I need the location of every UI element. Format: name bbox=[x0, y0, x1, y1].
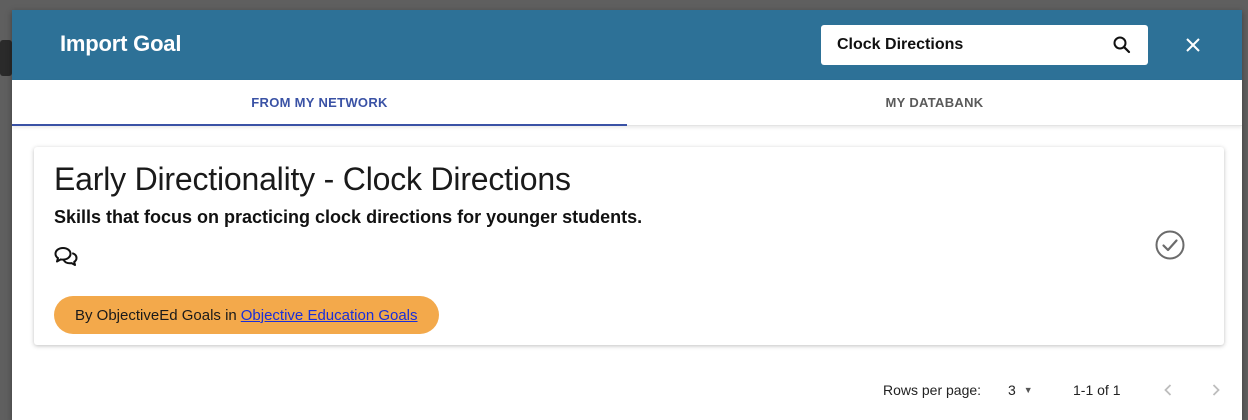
comments-icon[interactable] bbox=[54, 245, 78, 269]
source-prefix: By ObjectiveEd Goals in bbox=[75, 306, 237, 324]
goal-card[interactable]: Early Directionality - Clock Directions … bbox=[34, 147, 1224, 345]
page-range: 1-1 of 1 bbox=[1073, 382, 1121, 398]
tab-bar: FROM MY NETWORK MY DATABANK bbox=[12, 80, 1242, 126]
rows-per-page-value: 3 bbox=[1008, 382, 1016, 398]
source-link[interactable]: Objective Education Goals bbox=[241, 307, 418, 324]
background-window-edge bbox=[0, 40, 12, 76]
dialog-header: Import Goal bbox=[12, 10, 1242, 80]
chevron-left-icon[interactable] bbox=[1158, 380, 1178, 400]
check-circle-icon[interactable] bbox=[1154, 229, 1186, 261]
search-input[interactable] bbox=[821, 25, 1091, 65]
close-icon[interactable] bbox=[1180, 32, 1206, 58]
rows-per-page-select[interactable]: 3 ▼ bbox=[1008, 382, 1033, 398]
dialog-title: Import Goal bbox=[60, 31, 182, 56]
import-goal-dialog: Import Goal FROM MY NETWORK MY DATABANK … bbox=[12, 10, 1242, 420]
pagination: Rows per page: 3 ▼ 1-1 of 1 bbox=[12, 372, 1242, 408]
tab-from-my-network[interactable]: FROM MY NETWORK bbox=[12, 80, 627, 126]
goal-description: Skills that focus on practicing clock di… bbox=[54, 207, 643, 227]
tab-my-databank[interactable]: MY DATABANK bbox=[627, 80, 1242, 125]
search-icon[interactable] bbox=[1112, 35, 1132, 55]
goal-title: Early Directionality - Clock Directions bbox=[54, 161, 571, 197]
search-box bbox=[821, 25, 1148, 65]
rows-per-page-label: Rows per page: bbox=[883, 382, 982, 398]
source-badge: By ObjectiveEd Goals in Objective Educat… bbox=[54, 296, 439, 334]
caret-down-icon: ▼ bbox=[1023, 385, 1033, 395]
chevron-right-icon[interactable] bbox=[1206, 380, 1226, 400]
